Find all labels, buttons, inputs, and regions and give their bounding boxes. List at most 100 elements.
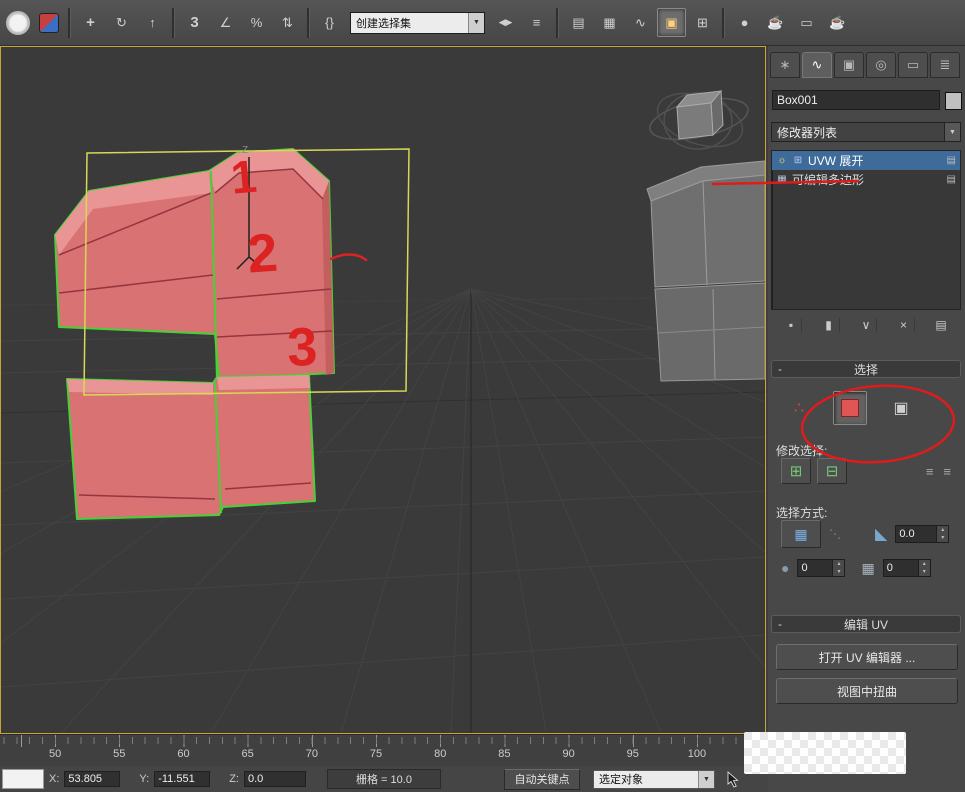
vertex-mode-button[interactable]: ∴	[783, 392, 815, 424]
stack-row-editable-poly[interactable]: ▦ 可编辑多边形 ▤	[772, 170, 960, 189]
collapse-icon[interactable]: -	[772, 362, 788, 376]
selection-set-dropdown[interactable]: 创建选择集 ▼	[350, 12, 485, 34]
perspective-viewport[interactable]: Z 1 2 3	[0, 46, 766, 734]
snap-3d-icon[interactable]: 3	[180, 8, 209, 37]
scene-explorer-icon[interactable]: ▣	[657, 8, 686, 37]
object-name-field[interactable]	[772, 90, 940, 110]
z-coordinate-field[interactable]	[244, 771, 306, 787]
percent-snap-icon[interactable]: %	[242, 8, 271, 37]
open-uv-editor-button[interactable]: 打开 UV 编辑器 ...	[776, 644, 958, 670]
rollout-edit-uv-title: 编辑 UV	[788, 616, 960, 633]
select-grid-icon[interactable]: ▦	[861, 560, 874, 577]
object-color-swatch[interactable]	[945, 92, 962, 110]
polygon-icon	[841, 399, 859, 417]
layer-manager-icon[interactable]: ▤	[564, 8, 593, 37]
spinner-down[interactable]: ▾	[833, 568, 844, 576]
select-and-place-icon[interactable]: ↑	[138, 8, 167, 37]
grid-spinner[interactable]: 0 ▴▾	[883, 559, 931, 577]
y-coordinate-field[interactable]	[154, 771, 210, 787]
track-bar[interactable]: 50 55 60 65 70 75 80 85 90 95 100	[0, 734, 766, 767]
polygon-mode-button[interactable]	[833, 391, 867, 425]
ring-selection-icon[interactable]: ≡	[926, 464, 934, 479]
modifier-list-dropdown[interactable]: 修改器列表 ▼	[771, 122, 961, 142]
tick-label: 75	[344, 748, 408, 760]
material-editor-icon[interactable]: ●	[730, 8, 759, 37]
selection-filter-dropdown[interactable]: 选定对象 ▼	[593, 770, 715, 789]
rollout-selection-title: 选择	[788, 361, 960, 378]
show-end-result-icon[interactable]: ▮	[819, 318, 840, 332]
mirror-icon[interactable]: ◀▶	[491, 8, 520, 37]
angle-snap-icon[interactable]: ∠	[211, 8, 240, 37]
dropdown-arrow-icon[interactable]: ▼	[944, 123, 960, 141]
spinner-up[interactable]: ▴	[833, 560, 844, 568]
tab-utilities[interactable]: ≣	[930, 52, 960, 78]
configure-modifier-sets-icon[interactable]: ▤	[931, 318, 951, 332]
pin-stack-icon[interactable]: ▪	[781, 318, 802, 332]
make-unique-icon[interactable]: ∨	[856, 318, 877, 332]
select-and-rotate-icon[interactable]: ↻	[107, 8, 136, 37]
x-coordinate-field[interactable]	[64, 771, 120, 787]
censored-watermark	[744, 732, 906, 774]
lower-boxes[interactable]	[67, 375, 315, 519]
planar-angle-spinner[interactable]: 0.0 ▴▾	[895, 525, 949, 543]
element-icon: ▣	[893, 398, 908, 418]
dropdown-arrow-icon[interactable]: ▼	[698, 771, 714, 788]
visibility-bulb-icon[interactable]: ☼	[776, 155, 788, 166]
tick-label: 80	[408, 748, 472, 760]
element-mode-button[interactable]: ▣	[885, 392, 917, 424]
modify-selection-label: 修改选择:	[776, 442, 827, 459]
spinner-up[interactable]: ▴	[937, 526, 948, 534]
warp-in-view-button[interactable]: 视图中扭曲	[776, 678, 958, 704]
stack-row-label: 可编辑多边形	[792, 171, 864, 188]
spinner-up[interactable]: ▴	[919, 560, 930, 568]
shrink-selection-button[interactable]: ⊟	[817, 458, 847, 484]
tab-hierarchy[interactable]: ▣	[834, 52, 864, 78]
rendered-frame-icon[interactable]: ▭	[792, 8, 821, 37]
tab-motion[interactable]: ◎	[866, 52, 896, 78]
subobject-mode-row: ∴ ▣	[771, 388, 961, 428]
schematic-view-icon[interactable]: ⊞	[688, 8, 717, 37]
tab-modify[interactable]: ∿	[802, 52, 832, 78]
select-by-planar-button[interactable]: ▦	[781, 520, 821, 548]
spinner-snap-icon[interactable]: ⇅	[273, 8, 302, 37]
loop-selection-icon[interactable]: ≡	[943, 464, 951, 479]
render-setup-icon[interactable]: ☕	[761, 8, 790, 37]
rollout-selection-header[interactable]: - 选择	[771, 360, 961, 378]
tick-label: 60	[151, 748, 215, 760]
grow-selection-button[interactable]: ⊞	[781, 458, 811, 484]
curve-editor-icon[interactable]: ∿	[626, 8, 655, 37]
timeline-minor-ticks	[0, 737, 740, 744]
select-by-row-2: ● 0 ▴▾ ▦ 0 ▴▾	[771, 554, 961, 582]
sphere-spinner[interactable]: 0 ▴▾	[797, 559, 845, 577]
annotation-3: 3	[286, 317, 318, 378]
stack-state-icon: ▤	[947, 155, 956, 166]
ribbon-icon[interactable]: ▦	[595, 8, 624, 37]
app-menu-button[interactable]	[3, 8, 32, 37]
auto-key-button[interactable]: 自动关键点	[504, 769, 580, 790]
select-and-move-icon[interactable]: +	[76, 8, 105, 37]
remove-modifier-icon[interactable]: ×	[894, 318, 915, 332]
planar-angle-icon[interactable]: ◣	[875, 524, 887, 544]
tab-create[interactable]: ∗	[770, 52, 800, 78]
paint-select-icon[interactable]: ⋱	[829, 527, 841, 541]
dropdown-arrow-icon[interactable]: ▼	[468, 13, 484, 33]
maxscript-mini-listener[interactable]	[2, 769, 44, 789]
planar-angle-value: 0.0	[896, 526, 936, 542]
rollout-edit-uv-header[interactable]: - 编辑 UV	[771, 615, 961, 633]
tab-display[interactable]: ▭	[898, 52, 928, 78]
x-label: X:	[49, 773, 59, 785]
align-icon[interactable]: ≡	[522, 8, 551, 37]
edit-named-selection-icon[interactable]: {}	[315, 8, 344, 37]
select-and-link-icon[interactable]	[34, 8, 63, 37]
select-by-row-1: ▦ ⋱ ◣ 0.0 ▴▾	[771, 520, 961, 548]
select-sphere-icon[interactable]: ●	[781, 560, 789, 576]
spinner-down[interactable]: ▾	[937, 534, 948, 542]
render-production-icon[interactable]: ☕	[823, 8, 852, 37]
timeline-labels: 50 55 60 65 70 75 80 85 90 95 100	[23, 748, 729, 760]
spinner-down[interactable]: ▾	[919, 568, 930, 576]
viewport-canvas[interactable]: Z 1 2 3	[1, 47, 765, 733]
collapse-icon[interactable]: -	[772, 617, 788, 631]
expand-icon[interactable]: ⊞	[792, 155, 804, 166]
stack-row-uvw-unwrap[interactable]: ☼ ⊞ UVW 展开 ▤	[772, 151, 960, 170]
link-glyph	[39, 13, 59, 33]
